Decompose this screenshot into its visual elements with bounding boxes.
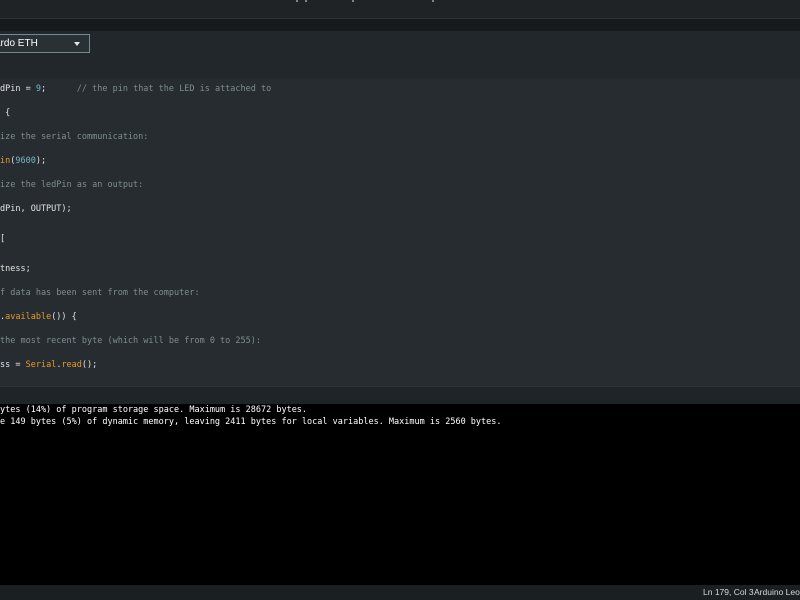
code-line: the most recent byte (which will be from… [0, 334, 261, 348]
code-token: ss = [0, 360, 26, 370]
code-line: tness; [0, 262, 31, 276]
title-fragment [432, 0, 434, 2]
code-line: dPin, OUTPUT); [0, 202, 72, 216]
code-token: // the pin that the LED is attached to [76, 84, 272, 94]
chevron-down-icon [74, 42, 80, 46]
code-line: in(9600); [0, 154, 46, 168]
board-bar [0, 31, 800, 78]
output-console: ytes (14%) of program storage space. Max… [0, 404, 800, 585]
code-token: Serial [25, 360, 57, 370]
board-select-dropdown[interactable]: ardo ETH [0, 34, 90, 53]
console-line: ytes (14%) of program storage space. Max… [0, 405, 308, 415]
code-line: ss = Serial.read(); [0, 358, 97, 372]
board-select-label: ardo ETH [0, 38, 38, 49]
code-token: [ [0, 234, 6, 244]
code-token: dPin = [0, 84, 36, 94]
code-token: ()) { [51, 312, 77, 322]
panel-divider[interactable] [0, 386, 800, 405]
code-line: ize the ledPin as an output: [0, 178, 143, 192]
code-token: in [0, 156, 11, 166]
code-token: ize the ledPin as an output: [0, 180, 144, 190]
cursor-position: Ln 179, Col 3 [703, 587, 754, 597]
console-line: e 149 bytes (5%) of dynamic memory, leav… [0, 417, 502, 427]
title-bar-fragments [0, 0, 800, 2]
code-token: 9600 [15, 156, 36, 166]
code-token: ize the serial communication: [0, 132, 149, 142]
code-token: the most recent byte (which will be from… [0, 336, 261, 346]
code-token: read [61, 360, 82, 370]
code-line: dPin = 9; // the pin that the LED is att… [0, 82, 271, 96]
title-fragment [352, 0, 354, 2]
code-token: (); [81, 360, 98, 370]
code-token: f data has been sent from the computer: [0, 288, 200, 298]
code-token: ); [35, 156, 47, 166]
code-line: ize the serial communication: [0, 130, 148, 144]
code-line: [ [0, 232, 5, 246]
code-line: .available()) { [0, 310, 77, 324]
code-token: { [0, 108, 11, 118]
code-token: tness; [0, 264, 31, 274]
status-bar: Ln 179, Col 3 Arduino Leon [0, 585, 800, 600]
code-token: ; [40, 84, 77, 94]
code-line: { [0, 106, 10, 120]
code-token: dPin, OUTPUT); [0, 204, 72, 214]
toolbar-strip [0, 19, 800, 31]
title-fragment [305, 0, 307, 2]
code-editor[interactable]: dPin = 9; // the pin that the LED is att… [0, 78, 800, 386]
status-board-name[interactable]: Arduino Leon [754, 587, 800, 597]
code-token: available [5, 312, 52, 322]
title-fragment [296, 0, 298, 2]
code-line: f data has been sent from the computer: [0, 286, 200, 300]
title-bar [0, 0, 800, 19]
